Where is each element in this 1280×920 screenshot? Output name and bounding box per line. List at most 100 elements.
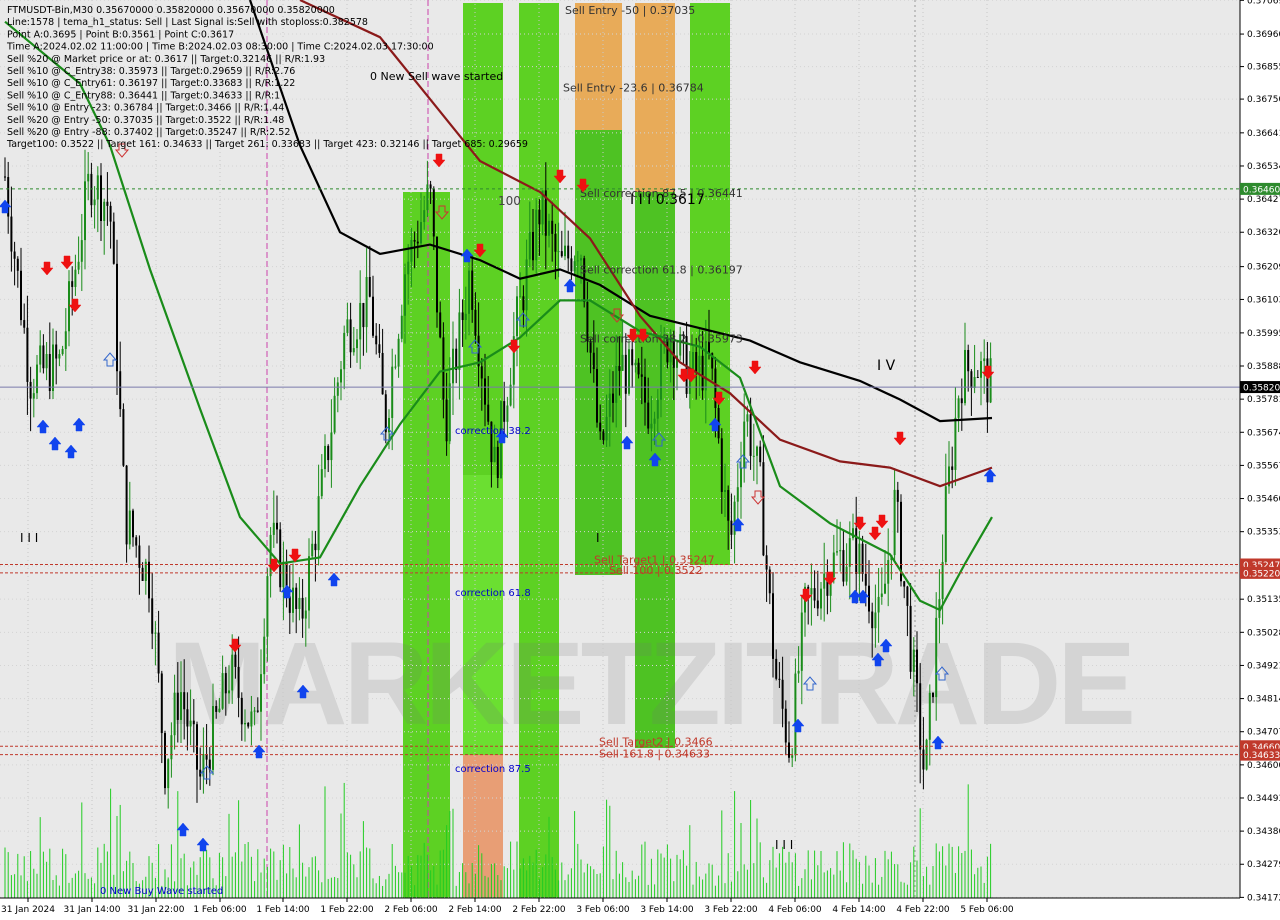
candle-body [125, 465, 128, 545]
candle-body [375, 335, 378, 345]
candle-body [372, 296, 374, 336]
candle-body [116, 263, 118, 372]
candle-body [957, 398, 960, 418]
watermark: MARKETZITRADE [168, 618, 1132, 750]
candle-body [154, 632, 157, 634]
annotation: I I I [20, 531, 38, 545]
candle-body [448, 383, 451, 442]
candle-body [4, 176, 6, 178]
candle-body [336, 382, 339, 396]
candle-body [186, 709, 189, 727]
candle-body [333, 395, 336, 433]
candle-body [823, 573, 826, 589]
price-tick-label: 0.36427 [1247, 195, 1280, 205]
candle-body [906, 586, 909, 606]
candle-body [304, 610, 307, 619]
candle-body [637, 362, 640, 375]
candle-body [634, 362, 637, 366]
candle-body [698, 355, 701, 373]
candle-body [157, 632, 160, 674]
candle-body [324, 445, 326, 470]
candle-body [621, 354, 624, 371]
candle-body [212, 706, 214, 770]
candle-body [148, 561, 150, 599]
candle-body [394, 366, 397, 368]
candle-body [557, 251, 560, 253]
candle-body [922, 749, 925, 770]
info-line: Sell %20 @ Market price or at: 0.3617 ||… [7, 54, 325, 65]
candle-body [772, 593, 774, 659]
candle-body [141, 567, 144, 581]
candle-body [884, 583, 886, 594]
time-tick-label: 3 Feb 14:00 [640, 905, 694, 915]
candle-body [404, 274, 406, 316]
price-tick-label: 0.34386 [1247, 827, 1280, 837]
candle-body [160, 673, 163, 734]
candle-body [282, 561, 285, 588]
candle-body [464, 313, 467, 321]
candle-body [23, 320, 26, 328]
candle-body [368, 276, 371, 297]
candle-body [269, 534, 272, 577]
price-tick-label: 0.36320 [1247, 228, 1280, 238]
candle-body [660, 343, 662, 400]
candle-body [122, 409, 125, 466]
candle-body [397, 338, 400, 367]
candle-body [32, 393, 35, 399]
candle-body [407, 261, 410, 275]
candle-body [314, 543, 317, 551]
price-tick-label: 0.35353 [1247, 528, 1280, 538]
candle-body [39, 345, 42, 365]
candle-body [781, 679, 784, 709]
candle-body [346, 319, 349, 333]
candle-body [880, 593, 883, 597]
level-label: Sell 100 | 0.3522 [609, 564, 703, 577]
candle-body [391, 366, 394, 418]
candle-body [909, 605, 912, 672]
time-tick-label: 3 Feb 22:00 [704, 905, 758, 915]
price-tag-label: 0.35820 [1243, 384, 1280, 394]
candle-body [352, 348, 355, 353]
candle-body [740, 468, 742, 488]
info-line: Sell %20 @ Entry -50: 0.37035 || Target:… [7, 115, 284, 126]
price-tick-label: 0.35135 [1247, 595, 1280, 605]
candle-body [624, 354, 627, 394]
price-tick-label: 0.36103 [1247, 295, 1280, 305]
price-tick-label: 0.34707 [1247, 728, 1280, 738]
candle-body [784, 708, 787, 743]
candle-body [276, 522, 278, 530]
price-tick-label: 0.34921 [1247, 661, 1280, 671]
candle-body [13, 251, 16, 259]
watermark-layer: MARKETZITRADE [168, 618, 1136, 750]
candle-body [877, 596, 880, 613]
candle-body [224, 673, 227, 694]
annotation: 100 [498, 194, 521, 208]
candle-body [55, 344, 58, 359]
annotation: correction 38.2 [455, 426, 531, 437]
candle-body [631, 349, 634, 366]
candle-body [868, 585, 870, 612]
candle-body [845, 566, 848, 582]
candle-body [605, 416, 608, 441]
candle-body [519, 296, 522, 298]
price-tick-label: 0.35781 [1247, 395, 1280, 405]
price-tick-label: 0.34600 [1247, 761, 1280, 771]
candle-body [727, 490, 730, 521]
candle-body [573, 261, 576, 272]
candle-body [432, 188, 435, 237]
candle-body [752, 455, 755, 457]
candle-body [775, 658, 778, 679]
candle-body [532, 231, 534, 261]
candle-body [503, 401, 506, 422]
candle-body [720, 438, 723, 492]
level-label: Sell Entry -23.6 | 0.36784 [563, 82, 704, 95]
candle-body [564, 245, 566, 257]
candle-body [714, 368, 717, 409]
candle-body [810, 588, 813, 595]
candle-body [493, 446, 496, 463]
candle-body [516, 296, 518, 337]
candle-body [592, 352, 595, 370]
price-tick-label: 0.35995 [1247, 329, 1280, 339]
candle-body [256, 710, 259, 712]
candle-body [816, 600, 819, 609]
